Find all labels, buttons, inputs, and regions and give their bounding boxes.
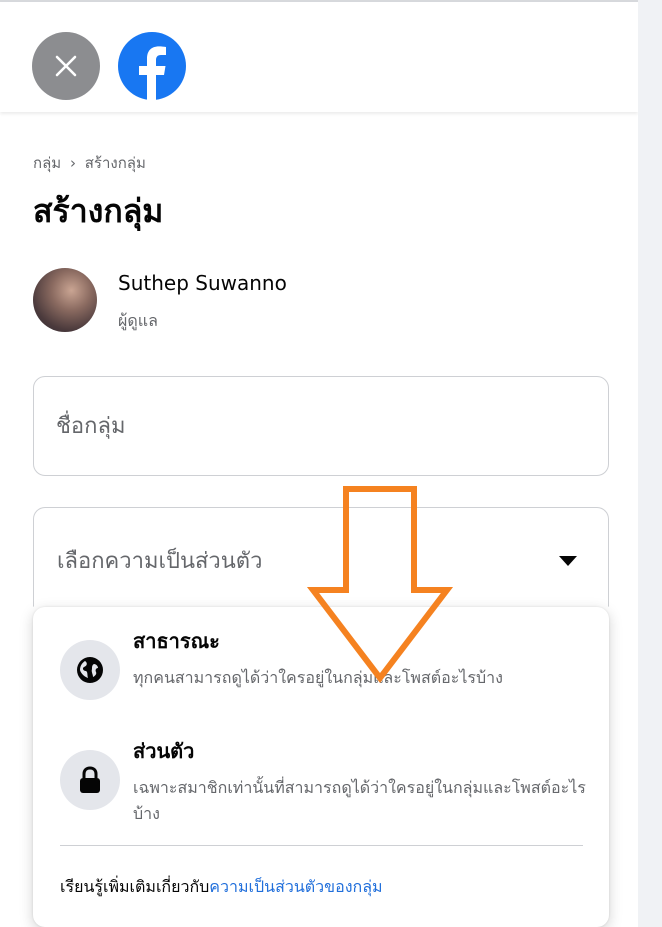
privacy-option-description: เฉพาะสมาชิกเท่านั้นที่สามารถดูได้ว่าใครอ… bbox=[133, 778, 586, 823]
header bbox=[0, 2, 638, 112]
privacy-option-public[interactable]: สาธารณะ ทุกคนสามารถดูได้ว่าใครอยู่ในกลุ่… bbox=[33, 625, 609, 735]
breadcrumb-separator: › bbox=[69, 154, 76, 172]
close-icon bbox=[55, 55, 77, 77]
privacy-dropdown: สาธารณะ ทุกคนสามารถดูได้ว่าใครอยู่ในกลุ่… bbox=[33, 607, 609, 927]
group-name-input[interactable] bbox=[34, 377, 608, 475]
breadcrumb-current: สร้างกลุ่ม bbox=[84, 154, 146, 172]
user-role: ผู้ดูแล bbox=[118, 311, 158, 330]
learn-more-prefix: เรียนรู้เพิ่มเติมเกี่ยวกับ bbox=[60, 877, 210, 896]
privacy-option-private[interactable]: ส่วนตัว เฉพาะสมาชิกเท่านั้นที่สามารถดูได… bbox=[33, 735, 609, 847]
avatar bbox=[33, 268, 97, 332]
divider bbox=[60, 845, 583, 846]
facebook-logo-icon[interactable] bbox=[118, 32, 186, 100]
globe-icon bbox=[60, 640, 120, 700]
breadcrumb: กลุ่ม › สร้างกลุ่ม bbox=[33, 151, 146, 175]
privacy-select[interactable]: เลือกความเป็นส่วนตัว bbox=[33, 507, 609, 607]
background-strip bbox=[638, 0, 662, 927]
page-title: สร้างกลุ่ม bbox=[33, 192, 164, 230]
privacy-select-label: เลือกความเป็นส่วนตัว bbox=[57, 549, 263, 574]
group-name-field bbox=[33, 376, 609, 476]
create-group-panel: กลุ่ม › สร้างกลุ่ม สร้างกลุ่ม Suthep Suw… bbox=[0, 0, 638, 927]
privacy-option-title: ส่วนตัว bbox=[133, 739, 195, 763]
user-name: Suthep Suwanno bbox=[118, 271, 287, 295]
close-button[interactable] bbox=[32, 32, 100, 100]
lock-icon bbox=[60, 750, 120, 810]
privacy-option-description: ทุกคนสามารถดูได้ว่าใครอยู่ในกลุ่มและโพสต… bbox=[133, 668, 503, 687]
group-privacy-link[interactable]: ความเป็นส่วนตัวของกลุ่ม bbox=[209, 877, 382, 896]
learn-more-text: เรียนรู้เพิ่มเติมเกี่ยวกับความเป็นส่วนตั… bbox=[60, 875, 383, 900]
privacy-option-title: สาธารณะ bbox=[133, 629, 220, 653]
breadcrumb-groups-link[interactable]: กลุ่ม bbox=[33, 154, 61, 172]
caret-down-icon bbox=[559, 556, 577, 566]
